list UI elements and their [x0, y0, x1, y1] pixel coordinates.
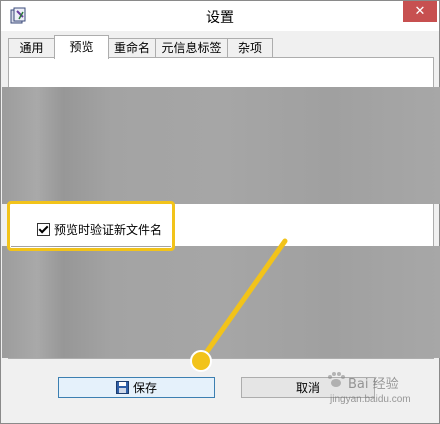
floppy-disk-icon — [115, 381, 129, 394]
tab-rename[interactable]: 重命名 — [108, 38, 156, 58]
title-bar: 设置 ✕ — [1, 1, 439, 31]
blurred-region — [2, 246, 440, 358]
save-label: 保存 — [132, 381, 157, 395]
close-icon: ✕ — [414, 4, 426, 19]
save-button[interactable]: 保存 — [58, 377, 215, 398]
watermark: Bai 经验 jingyan.baidu.com — [326, 370, 436, 414]
tab-general[interactable]: 通用 — [8, 38, 55, 58]
tab-misc[interactable]: 杂项 — [227, 38, 273, 58]
tab-preview[interactable]: 预览 — [54, 35, 109, 59]
blurred-region — [2, 87, 440, 204]
watermark-text: Bai 经验 — [348, 377, 399, 392]
window-title: 设置 — [206, 10, 234, 26]
close-button[interactable]: ✕ — [403, 1, 437, 22]
paw-icon — [328, 372, 345, 387]
tab-metadata-tags[interactable]: 元信息标签 — [155, 38, 228, 58]
annotation-highlight — [7, 201, 175, 251]
watermark-url: jingyan.baidu.com — [330, 394, 411, 405]
